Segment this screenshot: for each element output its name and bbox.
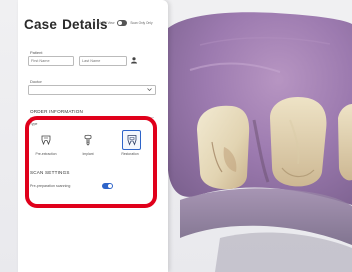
patient-label: Patient <box>30 50 43 55</box>
highlight-annotation <box>25 116 157 208</box>
last-name-placeholder: Last Name <box>82 58 101 63</box>
toggle-label-model-view: Model View <box>98 21 115 25</box>
chevron-down-icon <box>147 88 152 91</box>
doctor-label: Doctor <box>30 79 42 84</box>
first-name-placeholder: First Name <box>31 58 50 63</box>
last-name-field[interactable]: Last Name <box>79 56 127 66</box>
title-word-case: Case <box>24 17 58 32</box>
order-information-heading: ORDER INFORMATION <box>30 109 84 114</box>
view-toggle-group: Model View Scan Only Only <box>98 20 153 26</box>
user-icon[interactable] <box>130 56 138 64</box>
doctor-select[interactable] <box>28 85 156 95</box>
first-name-field[interactable]: First Name <box>28 56 74 66</box>
page-title: Case Details <box>24 17 108 32</box>
toggle-label-scan-only: Scan Only Only <box>130 21 153 25</box>
model-view-toggle[interactable] <box>117 20 128 26</box>
